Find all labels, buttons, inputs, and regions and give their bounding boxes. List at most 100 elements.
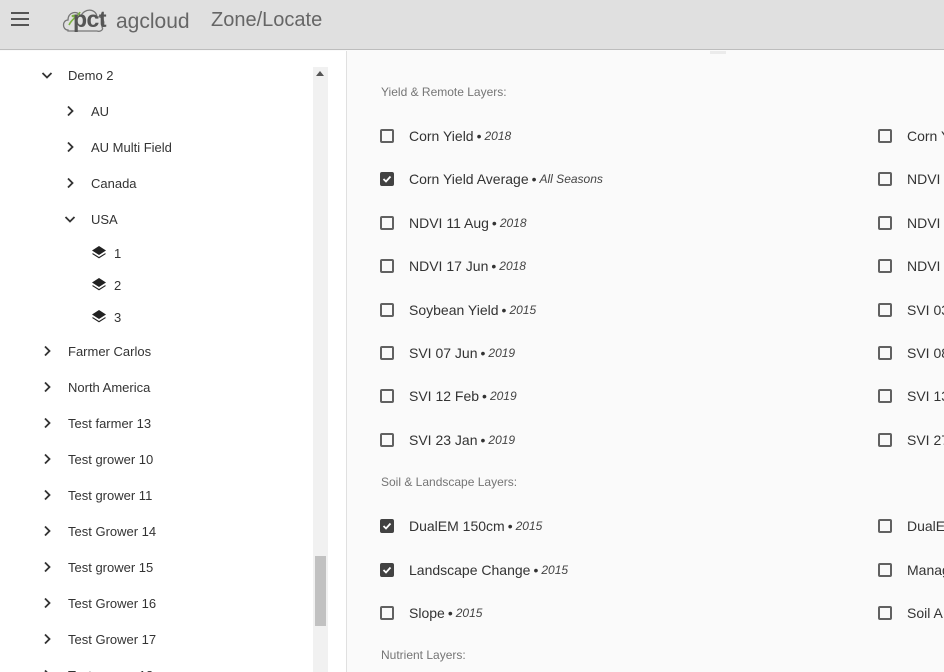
layer-checkbox-row[interactable]: SVI 13 bbox=[878, 386, 944, 406]
tree-group-item[interactable]: Demo 2 bbox=[40, 57, 114, 93]
tree-item-label: Test grower 11 bbox=[68, 487, 153, 503]
tree-group-item[interactable]: Test Grower 16 bbox=[40, 585, 156, 621]
chevron-right-icon[interactable] bbox=[40, 416, 54, 430]
checkbox-unchecked[interactable] bbox=[878, 346, 892, 360]
tree-group-item[interactable]: Test Grower 14 bbox=[40, 513, 156, 549]
tree-group-item[interactable]: Canada bbox=[63, 165, 137, 201]
layer-checkbox-row[interactable]: SVI 12 Feb • 2019 bbox=[380, 386, 517, 406]
layer-checkbox-row[interactable]: Landscape Change • 2015 bbox=[380, 560, 568, 580]
check-icon bbox=[382, 523, 392, 530]
layer-checkbox-row[interactable]: Soil A bbox=[878, 603, 943, 623]
tree-item-label: AU bbox=[91, 103, 110, 119]
checkbox-unchecked[interactable] bbox=[380, 389, 394, 404]
tree-group-item[interactable]: Test grower 10 bbox=[40, 441, 153, 477]
checkbox-unchecked[interactable] bbox=[878, 172, 892, 187]
tree-group-item[interactable]: Test farmer 13 bbox=[40, 405, 151, 441]
checkbox-checked[interactable] bbox=[380, 519, 394, 534]
layer-separator: • bbox=[480, 431, 486, 448]
tree-group-item[interactable]: Test grower 11 bbox=[40, 477, 152, 513]
tree-group-item[interactable]: AU Multi Field bbox=[63, 129, 172, 165]
layer-separator: • bbox=[491, 214, 497, 231]
chevron-down-icon[interactable] bbox=[63, 212, 77, 226]
checkbox-unchecked[interactable] bbox=[878, 389, 892, 404]
chevron-right-icon[interactable] bbox=[40, 560, 54, 574]
layer-name: SVI 12 Feb bbox=[409, 388, 480, 405]
chevron-right-icon[interactable] bbox=[40, 488, 54, 502]
checkbox-unchecked[interactable] bbox=[878, 129, 892, 143]
check-icon bbox=[382, 566, 392, 574]
chevron-right-icon[interactable] bbox=[40, 596, 54, 610]
chevron-right-icon[interactable] bbox=[40, 344, 54, 358]
tree-group-item[interactable]: North America bbox=[40, 369, 150, 405]
layer-season: 2015 bbox=[515, 519, 543, 534]
chevron-down-icon[interactable] bbox=[40, 68, 54, 82]
tree-group-item[interactable]: Test grower 18 bbox=[40, 657, 153, 672]
layer-checkbox-row[interactable]: Corn Yield Average • All Seasons bbox=[380, 169, 603, 189]
tree-layer-item[interactable]: 3 bbox=[90, 301, 121, 333]
tree-layer-item[interactable]: 1 bbox=[90, 237, 121, 269]
layers-stack-icon bbox=[90, 276, 108, 294]
tree-item-label: AU Multi Field bbox=[91, 139, 172, 155]
chevron-right-icon[interactable] bbox=[63, 176, 77, 190]
tree-layer-item[interactable]: 2 bbox=[90, 269, 121, 301]
chevron-right-icon[interactable] bbox=[40, 452, 54, 466]
checkbox-unchecked[interactable] bbox=[878, 519, 892, 534]
layer-checkbox-row[interactable]: SVI 08 bbox=[878, 343, 944, 363]
tree-group-item[interactable]: AU bbox=[63, 93, 109, 129]
chevron-right-icon[interactable] bbox=[40, 668, 54, 672]
checkbox-unchecked[interactable] bbox=[878, 302, 892, 317]
checkbox-unchecked[interactable] bbox=[380, 432, 394, 447]
layer-season: 2019 bbox=[488, 432, 516, 447]
chevron-right-icon[interactable] bbox=[40, 380, 54, 394]
chevron-right-icon[interactable] bbox=[40, 524, 54, 538]
layer-checkbox-row[interactable]: Slope • 2015 bbox=[380, 603, 482, 623]
tree-group-item[interactable]: USA bbox=[63, 201, 118, 237]
layer-separator: • bbox=[491, 258, 497, 275]
layer-checkbox-row[interactable]: SVI 23 Jan • 2019 bbox=[380, 430, 515, 450]
checkbox-unchecked[interactable] bbox=[380, 302, 394, 317]
checkbox-unchecked[interactable] bbox=[878, 432, 892, 447]
chevron-right-icon[interactable] bbox=[63, 104, 77, 118]
layer-checkbox-row[interactable]: Corn Yield • 2018 bbox=[380, 126, 511, 146]
layer-section-title: Nutrient Layers: bbox=[381, 648, 466, 663]
checkbox-unchecked[interactable] bbox=[380, 215, 394, 230]
checkbox-unchecked[interactable] bbox=[878, 259, 892, 274]
layer-name: SVI 08 bbox=[907, 345, 944, 361]
tree-scrollbar-thumb[interactable] bbox=[315, 556, 326, 626]
layer-checkbox-row[interactable]: NDVI 17 Jun • 2018 bbox=[380, 256, 526, 276]
layer-checkbox-row[interactable]: SVI 27 bbox=[878, 430, 944, 450]
layer-checkbox-row[interactable]: Manag bbox=[878, 560, 944, 580]
tree-group-item[interactable]: Test grower 15 bbox=[40, 549, 153, 585]
tree-group-item[interactable]: Test Grower 17 bbox=[40, 621, 156, 657]
checkbox-unchecked[interactable] bbox=[878, 606, 892, 620]
checkbox-unchecked[interactable] bbox=[380, 606, 394, 620]
tree-scrollbar[interactable] bbox=[313, 67, 328, 672]
hamburger-menu-icon[interactable] bbox=[11, 9, 31, 27]
layer-checkbox-row[interactable]: NDVI bbox=[878, 256, 940, 276]
layer-separator: • bbox=[507, 518, 513, 535]
layer-checkbox-row[interactable]: SVI 07 Jun • 2019 bbox=[380, 343, 515, 363]
layer-checkbox-row[interactable]: NDVI bbox=[878, 213, 940, 233]
chevron-right-icon[interactable] bbox=[63, 140, 77, 154]
layer-checkbox-row[interactable]: NDVI bbox=[878, 169, 940, 189]
layer-name: NDVI bbox=[907, 171, 941, 188]
checkbox-checked[interactable] bbox=[380, 172, 394, 187]
layer-checkbox-row[interactable]: NDVI 11 Aug • 2018 bbox=[380, 213, 527, 233]
layer-checkbox-row[interactable]: Corn Y bbox=[878, 126, 944, 146]
checkbox-unchecked[interactable] bbox=[878, 562, 892, 577]
layer-checkbox-row[interactable]: Soybean Yield • 2015 bbox=[380, 300, 536, 320]
layer-name: SVI 23 Jan bbox=[409, 431, 478, 448]
tree-group-item[interactable]: Farmer Carlos bbox=[40, 333, 151, 369]
checkbox-unchecked[interactable] bbox=[878, 215, 892, 230]
scroll-up-arrow-icon[interactable] bbox=[316, 71, 324, 76]
tree-item-label: Demo 2 bbox=[68, 67, 114, 83]
checkbox-unchecked[interactable] bbox=[380, 259, 394, 274]
chevron-right-icon[interactable] bbox=[40, 632, 54, 646]
checkbox-checked[interactable] bbox=[380, 562, 394, 577]
layer-checkbox-row[interactable]: DualEM 150cm • 2015 bbox=[380, 516, 542, 536]
tree-item-label: North America bbox=[68, 379, 151, 395]
layer-checkbox-row[interactable]: SVI 03 bbox=[878, 300, 944, 320]
checkbox-unchecked[interactable] bbox=[380, 346, 394, 360]
checkbox-unchecked[interactable] bbox=[380, 129, 394, 143]
layer-checkbox-row[interactable]: DualE bbox=[878, 516, 944, 536]
